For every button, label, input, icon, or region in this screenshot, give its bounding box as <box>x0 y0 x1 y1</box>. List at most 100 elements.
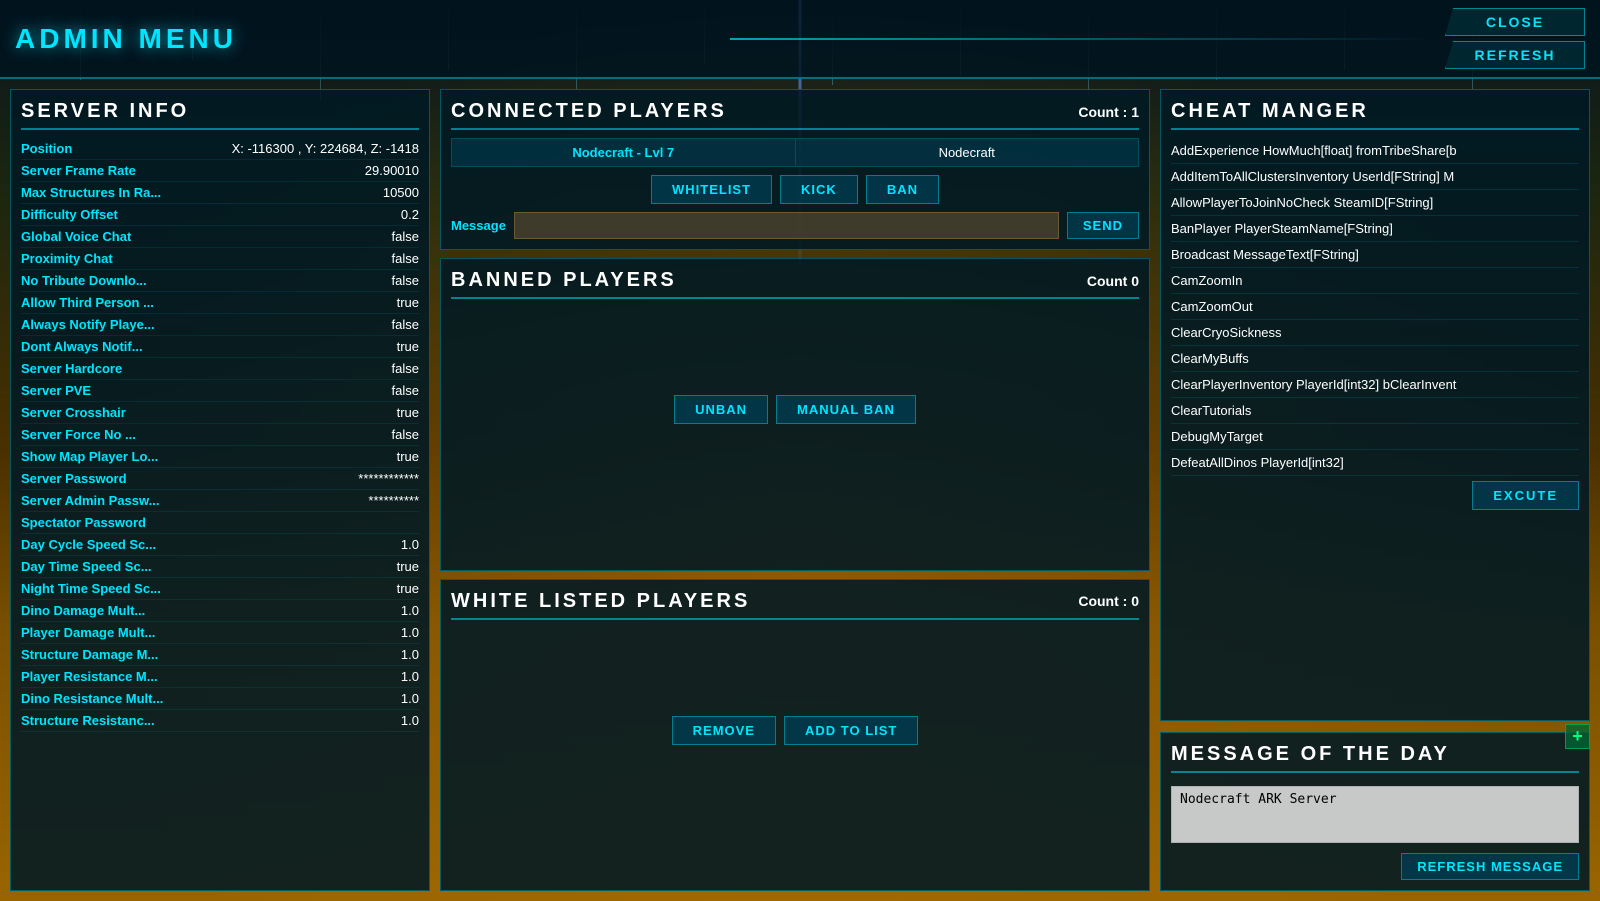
top-bar-buttons: CLOSE REFRESH <box>1445 8 1585 69</box>
info-label: No Tribute Downlo... <box>21 273 147 288</box>
info-value: ********** <box>368 493 419 508</box>
info-label: Day Cycle Speed Sc... <box>21 537 156 552</box>
cheat-item[interactable]: DefeatAllDinos PlayerId[int32] <box>1171 450 1579 476</box>
info-label: Difficulty Offset <box>21 207 118 222</box>
info-label: Global Voice Chat <box>21 229 131 244</box>
info-value: 1.0 <box>401 713 419 728</box>
kick-button[interactable]: KICK <box>780 175 858 204</box>
info-value: 1.0 <box>401 603 419 618</box>
info-label: Structure Resistanc... <box>21 713 155 728</box>
cheat-item[interactable]: CamZoomIn <box>1171 268 1579 294</box>
whitelisted-players-title: WHITE LISTED PLAYERS <box>451 590 750 613</box>
cheat-item[interactable]: BanPlayer PlayerSteamName[FString] <box>1171 216 1579 242</box>
ban-button[interactable]: BAN <box>866 175 939 204</box>
middle-panel: CONNECTED PLAYERS Count : 1 Nodecraft - … <box>430 89 1160 891</box>
info-row: Spectator Password <box>21 512 419 534</box>
player-action-buttons: WHITELIST KICK BAN <box>451 175 1139 204</box>
info-label: Server Force No ... <box>21 427 136 442</box>
whitelist-action-buttons: REMOVE ADD TO LIST <box>451 716 1139 745</box>
server-info-rows: Position X: -116300 , Y: 224684, Z: -1418… <box>21 138 419 732</box>
cheat-item[interactable]: Broadcast MessageText[FString] <box>1171 242 1579 268</box>
info-row: Server PVEfalse <box>21 380 419 402</box>
server-info-title: SERVER INFO <box>21 100 419 130</box>
info-label: Player Resistance M... <box>21 669 158 684</box>
cheat-item[interactable]: ClearTutorials <box>1171 398 1579 424</box>
info-label: Position <box>21 141 72 156</box>
info-row: Global Voice Chat false <box>21 226 419 248</box>
info-value: 1.0 <box>401 691 419 706</box>
cheat-item[interactable]: ClearCryoSickness <box>1171 320 1579 346</box>
cheat-item[interactable]: AddExperience HowMuch[float] fromTribeSh… <box>1171 138 1579 164</box>
whitelisted-players-header: WHITE LISTED PLAYERS Count : 0 <box>451 590 1139 620</box>
motd-input[interactable] <box>1171 786 1579 843</box>
info-row: Position X: -116300 , Y: 224684, Z: -1418 <box>21 138 419 160</box>
info-row: Night Time Speed Sc... true <box>21 578 419 600</box>
info-value: false <box>392 229 419 244</box>
cheat-item[interactable]: AddItemToAllClustersInventory UserId[FSt… <box>1171 164 1579 190</box>
cheat-item[interactable]: ClearMyBuffs <box>1171 346 1579 372</box>
manual-ban-button[interactable]: Manual Ban <box>776 395 916 424</box>
info-value: false <box>392 251 419 266</box>
info-row: Day Time Speed Sc...true <box>21 556 419 578</box>
info-value: 1.0 <box>401 647 419 662</box>
info-value: X: -116300 , Y: 224684, Z: -1418 <box>232 141 419 156</box>
info-row: Day Cycle Speed Sc...1.0 <box>21 534 419 556</box>
info-label: Night Time Speed Sc... <box>21 581 161 596</box>
cheat-commands-list: AddExperience HowMuch[float] fromTribeSh… <box>1171 138 1579 476</box>
whitelisted-players-panel: WHITE LISTED PLAYERS Count : 0 REMOVE AD… <box>440 579 1150 892</box>
top-bar: ADMIN MENU CLOSE REFRESH <box>0 0 1600 79</box>
info-label: Spectator Password <box>21 515 146 530</box>
banned-players-count: Count 0 <box>1087 273 1139 289</box>
banned-players-panel: BANNED PLAYERS Count 0 UNBAN Manual Ban <box>440 258 1150 571</box>
info-value: true <box>397 405 419 420</box>
info-row: Player Resistance M...1.0 <box>21 666 419 688</box>
info-label: Server Password <box>21 471 127 486</box>
send-button[interactable]: SEND <box>1067 212 1139 239</box>
info-value: false <box>392 383 419 398</box>
connected-players-count: Count : 1 <box>1078 104 1139 120</box>
info-row: Show Map Player Lo...true <box>21 446 419 468</box>
execute-button[interactable]: EXCUTE <box>1472 481 1579 510</box>
plus-button[interactable]: + <box>1565 724 1590 749</box>
info-value: true <box>397 581 419 596</box>
cheat-manager-panel: CHEAT MANGER AddExperience HowMuch[float… <box>1160 89 1590 721</box>
message-input[interactable] <box>514 212 1059 239</box>
info-row: Server Crosshairtrue <box>21 402 419 424</box>
info-label: Show Map Player Lo... <box>21 449 158 464</box>
whitelist-button[interactable]: WHITELIST <box>651 175 772 204</box>
message-row: Message SEND <box>451 212 1139 239</box>
whitelisted-players-list <box>451 628 1139 708</box>
info-value: false <box>392 273 419 288</box>
info-row: Server Force No ...false <box>21 424 419 446</box>
refresh-button[interactable]: REFRESH <box>1445 41 1585 69</box>
refresh-message-button[interactable]: REFRESH MESSAGE <box>1401 853 1579 880</box>
info-row: Dont Always Notif...true <box>21 336 419 358</box>
info-value: true <box>397 559 419 574</box>
refresh-message-row: REFRESH MESSAGE <box>1171 853 1579 880</box>
cheat-item[interactable]: CamZoomOut <box>1171 294 1579 320</box>
info-label: Dino Damage Mult... <box>21 603 145 618</box>
player-row[interactable]: Nodecraft - Lvl 7Nodecraft <box>451 138 1139 167</box>
info-label: Structure Damage M... <box>21 647 158 662</box>
title-line <box>730 38 1430 40</box>
info-row: Server Hardcorefalse <box>21 358 419 380</box>
info-label: Max Structures In Ra... <box>21 185 161 200</box>
add-to-list-button[interactable]: ADD TO LIST <box>784 716 918 745</box>
info-label: Server Hardcore <box>21 361 122 376</box>
cheat-item[interactable]: DebugMyTarget <box>1171 424 1579 450</box>
info-row: Max Structures In Ra...10500 <box>21 182 419 204</box>
info-value: 0.2 <box>401 207 419 222</box>
info-value: true <box>397 295 419 310</box>
player-tribe: Nodecraft <box>795 139 1139 166</box>
ui-overlay: ADMIN MENU CLOSE REFRESH SERVER INFO Pos… <box>0 0 1600 901</box>
unban-button[interactable]: UNBAN <box>674 395 768 424</box>
cheat-item[interactable]: AllowPlayerToJoinNoCheck SteamID[FString… <box>1171 190 1579 216</box>
message-label: Message <box>451 218 506 233</box>
connected-players-header: CONNECTED PLAYERS Count : 1 <box>451 100 1139 130</box>
remove-button[interactable]: REMOVE <box>672 716 776 745</box>
connected-players-title: CONNECTED PLAYERS <box>451 100 727 123</box>
close-button[interactable]: CLOSE <box>1445 8 1585 36</box>
whitelisted-players-count: Count : 0 <box>1078 593 1139 609</box>
cheat-item[interactable]: ClearPlayerInventory PlayerId[int32] bCl… <box>1171 372 1579 398</box>
info-row: No Tribute Downlo... false <box>21 270 419 292</box>
